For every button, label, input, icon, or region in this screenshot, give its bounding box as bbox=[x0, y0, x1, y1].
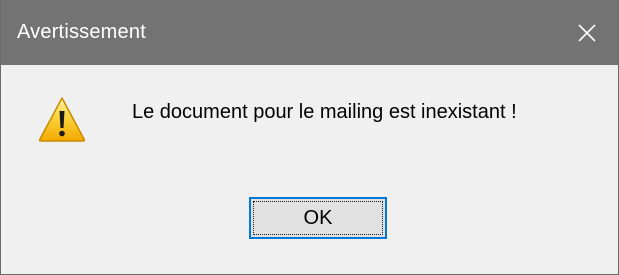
dialog-content: Le document pour le mailing est inexista… bbox=[1, 65, 618, 275]
close-button[interactable] bbox=[556, 0, 618, 65]
warning-dialog: Avertissement Le document pour le mailin… bbox=[0, 0, 619, 275]
dialog-message: Le document pour le mailing est inexista… bbox=[132, 101, 517, 123]
dialog-title: Avertissement bbox=[17, 21, 146, 43]
ok-button[interactable]: OK bbox=[249, 197, 387, 239]
warning-icon bbox=[38, 97, 86, 142]
dialog-titlebar[interactable]: Avertissement bbox=[1, 0, 618, 65]
close-icon bbox=[578, 23, 596, 42]
